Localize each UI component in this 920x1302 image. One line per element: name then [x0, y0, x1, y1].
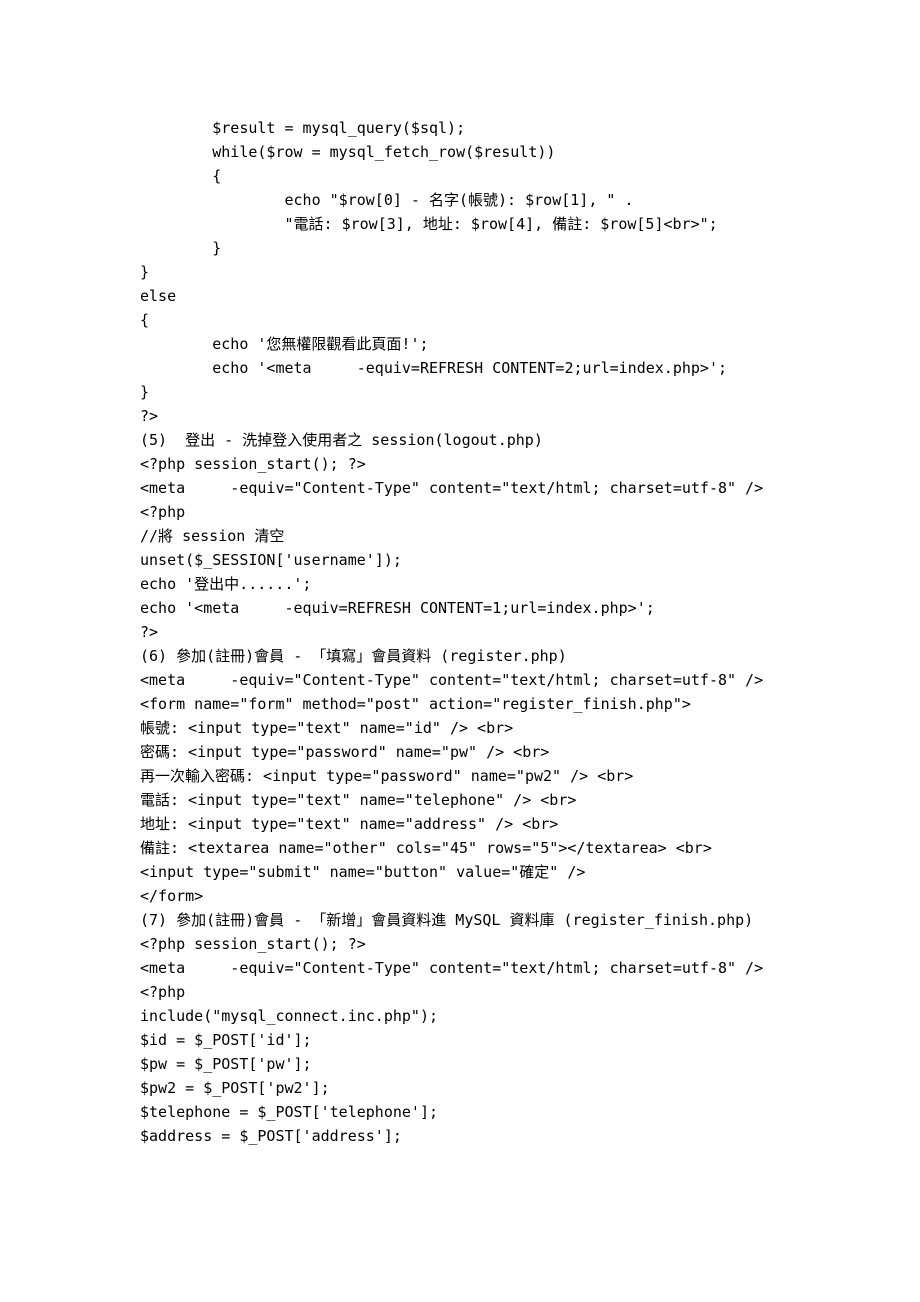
code-line: <input type="submit" name="button" value… — [140, 860, 780, 884]
code-line: (5) 登出 - 洗掉登入使用者之 session(logout.php) — [140, 428, 780, 452]
code-line: { — [140, 164, 780, 188]
code-line: echo '登出中......'; — [140, 572, 780, 596]
code-line: { — [140, 308, 780, 332]
code-line: 備註: <textarea name="other" cols="45" row… — [140, 836, 780, 860]
code-line: echo '<meta -equiv=REFRESH CONTENT=1;url… — [140, 596, 780, 620]
code-line: <meta -equiv="Content-Type" content="tex… — [140, 956, 780, 980]
code-line: <form name="form" method="post" action="… — [140, 692, 780, 716]
code-line: unset($_SESSION['username']); — [140, 548, 780, 572]
code-line: </form> — [140, 884, 780, 908]
code-line: <meta -equiv="Content-Type" content="tex… — [140, 476, 780, 500]
code-line: echo '<meta -equiv=REFRESH CONTENT=2;url… — [140, 356, 780, 380]
code-line: } — [140, 380, 780, 404]
document-page: $result = mysql_query($sql); while($row … — [0, 0, 920, 1268]
code-line: <?php session_start(); ?> — [140, 932, 780, 956]
code-line: $pw = $_POST['pw']; — [140, 1052, 780, 1076]
code-line: else — [140, 284, 780, 308]
code-line: ?> — [140, 620, 780, 644]
code-line: echo '您無權限觀看此頁面!'; — [140, 332, 780, 356]
code-line: include("mysql_connect.inc.php"); — [140, 1004, 780, 1028]
code-line: $pw2 = $_POST['pw2']; — [140, 1076, 780, 1100]
code-line: $telephone = $_POST['telephone']; — [140, 1100, 780, 1124]
code-line: "電話: $row[3], 地址: $row[4], 備註: $row[5]<b… — [140, 212, 780, 236]
code-line: ?> — [140, 404, 780, 428]
code-line: $address = $_POST['address']; — [140, 1124, 780, 1148]
code-line: <?php — [140, 980, 780, 1004]
code-line: $result = mysql_query($sql); — [140, 116, 780, 140]
code-line: echo "$row[0] - 名字(帳號): $row[1], " . — [140, 188, 780, 212]
code-line: 帳號: <input type="text" name="id" /> <br> — [140, 716, 780, 740]
code-line: <?php — [140, 500, 780, 524]
code-line: 再一次輸入密碼: <input type="password" name="pw… — [140, 764, 780, 788]
code-line: } — [140, 236, 780, 260]
code-line: (6) 參加(註冊)會員 - 「填寫」會員資料 (register.php) — [140, 644, 780, 668]
code-line: 電話: <input type="text" name="telephone" … — [140, 788, 780, 812]
code-line: 地址: <input type="text" name="address" />… — [140, 812, 780, 836]
code-line: } — [140, 260, 780, 284]
code-line: 密碼: <input type="password" name="pw" /> … — [140, 740, 780, 764]
code-line: $id = $_POST['id']; — [140, 1028, 780, 1052]
code-line: (7) 參加(註冊)會員 - 「新增」會員資料進 MySQL 資料庫 (regi… — [140, 908, 780, 932]
code-line: <?php session_start(); ?> — [140, 452, 780, 476]
code-line: <meta -equiv="Content-Type" content="tex… — [140, 668, 780, 692]
code-line: while($row = mysql_fetch_row($result)) — [140, 140, 780, 164]
code-line: //將 session 清空 — [140, 524, 780, 548]
